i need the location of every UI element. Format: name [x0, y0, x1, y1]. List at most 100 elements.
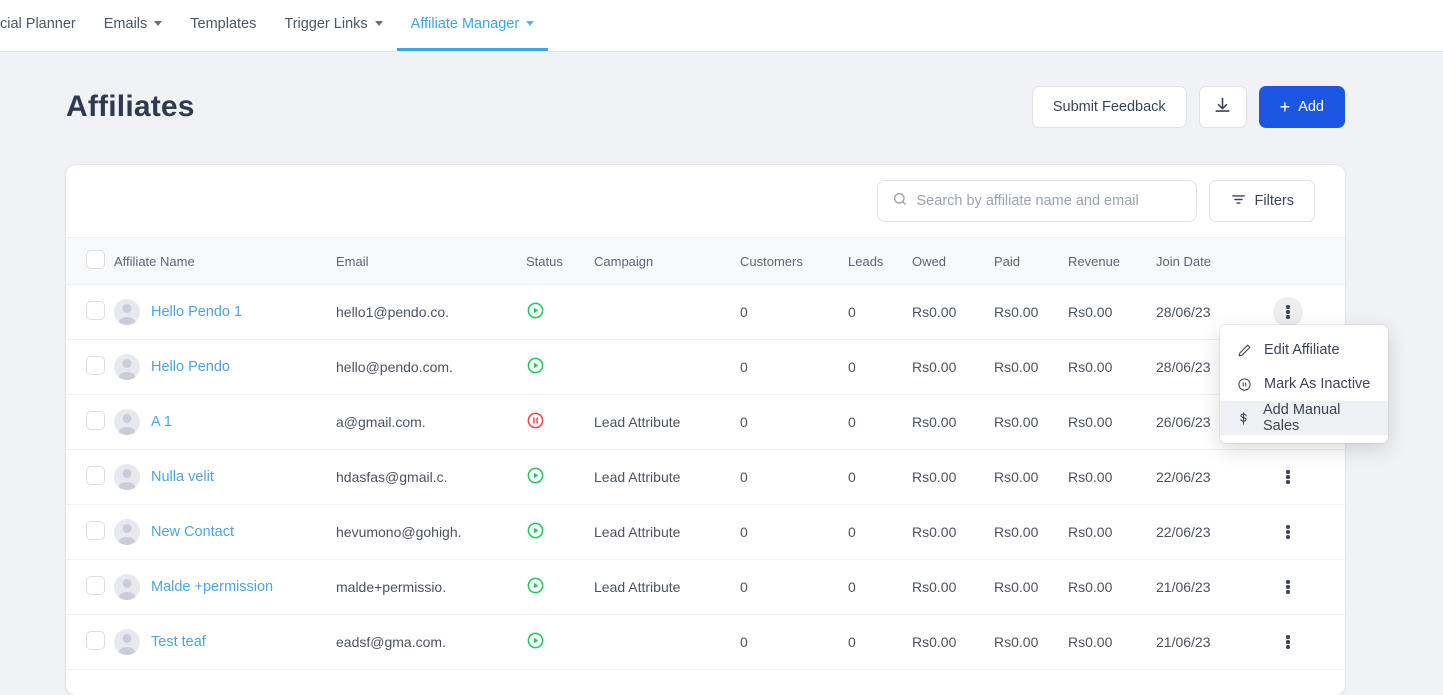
owed-cell: Rs0.00: [912, 504, 994, 560]
col-owed[interactable]: Owed: [912, 238, 994, 285]
search-input[interactable]: [916, 193, 1182, 209]
leads-cell: 0: [848, 559, 912, 615]
col-campaign[interactable]: Campaign: [594, 238, 740, 285]
campaign-cell: Lead Attribute: [594, 449, 740, 505]
download-button[interactable]: [1198, 86, 1247, 128]
affiliate-name-link[interactable]: Malde +permission: [151, 579, 273, 595]
affiliates-table: Affiliate Name Email Status Campaign Cus…: [66, 237, 1345, 670]
nav-item-trigger-links[interactable]: Trigger Links: [270, 0, 396, 51]
revenue-cell: Rs0.00: [1068, 559, 1156, 615]
search-box[interactable]: [876, 180, 1197, 222]
status-cell: [526, 394, 594, 450]
table-row[interactable]: Hello Pendo hello@pendo.com. 0 0 Rs0.00 Rs0.0…: [66, 339, 1345, 395]
leads-cell: 0: [848, 394, 912, 450]
paid-cell: Rs0.00: [994, 504, 1068, 560]
status-active-icon[interactable]: [526, 576, 545, 595]
row-kebab-menu-button[interactable]: [1273, 572, 1303, 602]
leads-cell: 0: [848, 449, 912, 505]
campaign-cell: Lead Attribute: [594, 394, 740, 450]
add-button[interactable]: + Add: [1258, 86, 1345, 128]
status-cell: [526, 449, 594, 505]
campaign-cell: [594, 284, 740, 340]
col-join-date[interactable]: Join Date: [1156, 238, 1261, 285]
nav-item-affiliate-manager[interactable]: Affiliate Manager: [396, 0, 549, 51]
revenue-cell: Rs0.00: [1068, 504, 1156, 560]
table-row[interactable]: Hello Pendo 1 hello1@pendo.co. 0 0 Rs0.00 Rs0…: [66, 284, 1345, 340]
page-header: Affiliates Submit Feedback + Add: [66, 76, 1345, 138]
table-row[interactable]: Nulla velit hdasfas@gmail.c. Lead Attribut…: [66, 449, 1345, 505]
affiliate-name-cell: Malde +permission: [114, 559, 336, 615]
nav-item-emails[interactable]: Emails: [90, 0, 177, 51]
row-checkbox-cell: [66, 449, 114, 505]
nav-item-templates[interactable]: Templates: [176, 0, 270, 51]
col-leads[interactable]: Leads: [848, 238, 912, 285]
status-active-icon[interactable]: [526, 521, 545, 540]
affiliate-name-link[interactable]: A 1: [151, 414, 172, 430]
menu-item-add-manual-sales[interactable]: Add Manual Sales: [1220, 401, 1388, 435]
row-kebab-menu-button[interactable]: [1273, 517, 1303, 547]
menu-item-mark-as-inactive[interactable]: Mark As Inactive: [1220, 367, 1388, 401]
col-status[interactable]: Status: [526, 238, 594, 285]
col-email[interactable]: Email: [336, 238, 526, 285]
row-checkbox-cell: [66, 394, 114, 450]
customers-cell: 0: [740, 394, 848, 450]
affiliate-name-link[interactable]: Test teaf: [151, 634, 206, 650]
row-checkbox[interactable]: [86, 521, 105, 540]
nav-item-cial-planner[interactable]: cial Planner: [0, 0, 90, 51]
avatar: [114, 354, 140, 380]
status-active-icon[interactable]: [526, 466, 545, 485]
affiliate-name-link[interactable]: Hello Pendo: [151, 359, 230, 375]
affiliate-name-cell: Hello Pendo: [114, 339, 336, 395]
table-body: Hello Pendo 1 hello1@pendo.co. 0 0 Rs0.00 Rs0…: [66, 284, 1345, 670]
row-checkbox[interactable]: [86, 301, 105, 320]
filter-icon: [1230, 191, 1247, 212]
row-checkbox[interactable]: [86, 466, 105, 485]
select-all-header: [66, 238, 114, 285]
paid-cell: Rs0.00: [994, 339, 1068, 395]
table-row[interactable]: Test teaf eadsf@gma.com. 0 0 Rs0.00 Rs0.00 Rs0…: [66, 614, 1345, 670]
row-kebab-menu-button[interactable]: [1273, 627, 1303, 657]
row-checkbox[interactable]: [86, 411, 105, 430]
status-active-icon[interactable]: [526, 356, 545, 375]
affiliate-name-link[interactable]: New Contact: [151, 524, 234, 540]
status-active-icon[interactable]: [526, 631, 545, 650]
row-checkbox[interactable]: [86, 576, 105, 595]
affiliate-name-link[interactable]: Hello Pendo 1: [151, 304, 242, 320]
row-checkbox[interactable]: [86, 356, 105, 375]
table-row[interactable]: A 1 a@gmail.com. Lead Attribute 0 0 Rs0.00 Rs0…: [66, 394, 1345, 450]
nav-item-label: Trigger Links: [284, 15, 368, 32]
owed-cell: Rs0.00: [912, 284, 994, 340]
row-kebab-menu-button[interactable]: [1273, 462, 1303, 492]
nav-items: cial Planner Emails Templates Trigger Links…: [0, 0, 549, 51]
status-paused-icon[interactable]: [526, 411, 545, 430]
row-kebab-menu-button[interactable]: [1273, 297, 1303, 327]
filters-button[interactable]: Filters: [1208, 180, 1315, 222]
row-checkbox[interactable]: [86, 631, 105, 650]
add-button-label: Add: [1298, 99, 1324, 115]
avatar: [114, 299, 140, 325]
email-cell: a@gmail.com.: [336, 394, 526, 450]
pencil-icon: [1236, 342, 1252, 358]
avatar: [114, 464, 140, 490]
avatar: [114, 629, 140, 655]
status-active-icon[interactable]: [526, 301, 545, 320]
table-row[interactable]: New Contact hevumono@gohigh. Lead Attribut…: [66, 504, 1345, 560]
col-affiliate-name[interactable]: Affiliate Name: [114, 238, 336, 285]
col-paid[interactable]: Paid: [994, 238, 1068, 285]
menu-item-edit-affiliate[interactable]: Edit Affiliate: [1220, 333, 1388, 367]
table-row[interactable]: Malde +permission malde+permissio. Lead At…: [66, 559, 1345, 615]
col-revenue[interactable]: Revenue: [1068, 238, 1156, 285]
submit-feedback-button[interactable]: Submit Feedback: [1031, 86, 1187, 128]
affiliates-card: Filters Affiliate Name Email Status Camp…: [66, 165, 1345, 695]
campaign-cell: [594, 614, 740, 670]
owed-cell: Rs0.00: [912, 614, 994, 670]
campaign-cell: Lead Attribute: [594, 504, 740, 560]
menu-item-label: Add Manual Sales: [1263, 402, 1341, 434]
paid-cell: Rs0.00: [994, 449, 1068, 505]
nav-item-label: Affiliate Manager: [410, 15, 520, 32]
row-checkbox-cell: [66, 559, 114, 615]
affiliate-name-link[interactable]: Nulla velit: [151, 469, 214, 485]
col-customers[interactable]: Customers: [740, 238, 848, 285]
customers-cell: 0: [740, 614, 848, 670]
select-all-checkbox[interactable]: [86, 250, 105, 269]
